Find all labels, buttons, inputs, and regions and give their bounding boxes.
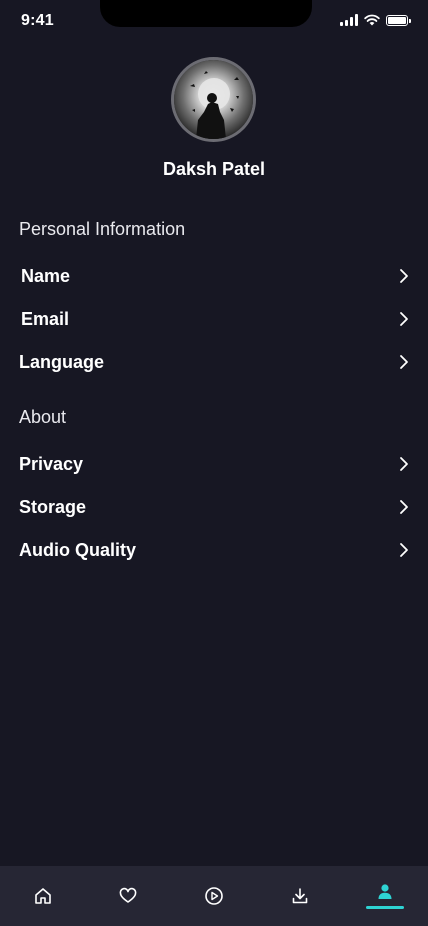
chevron-right-icon (400, 543, 408, 557)
download-icon (292, 888, 307, 904)
nav-home[interactable] (13, 866, 73, 926)
play-icon (205, 887, 223, 905)
nav-profile[interactable] (355, 866, 415, 926)
signal-icon (340, 14, 358, 26)
settings-row-label: Language (19, 351, 105, 372)
device-notch (100, 0, 312, 27)
status-time: 9:41 (21, 12, 54, 29)
heart-icon (120, 887, 137, 903)
section-title-about: About (19, 407, 67, 427)
settings-row-label: Audio Quality (19, 539, 136, 560)
settings-row-label: Name (21, 265, 71, 286)
chevron-right-icon (400, 312, 408, 326)
home-icon (34, 888, 51, 904)
battery-icon (386, 14, 411, 26)
bottom-nav (0, 866, 428, 926)
chevron-right-icon (400, 269, 408, 283)
avatar-image (174, 60, 253, 139)
settings-row-name[interactable]: Name (21, 261, 411, 291)
nav-play[interactable] (184, 866, 244, 926)
settings-row-email[interactable]: Email (21, 304, 411, 334)
status-bar: 9:41 (0, 0, 428, 44)
settings-row-label: Storage (19, 496, 87, 517)
chevron-right-icon (400, 457, 408, 471)
chevron-right-icon (400, 355, 408, 369)
section-title-personal-information: Personal Information (19, 219, 186, 239)
nav-downloads[interactable] (270, 866, 330, 926)
profile-icon (378, 884, 392, 899)
avatar[interactable] (171, 57, 256, 142)
settings-row-privacy[interactable]: Privacy (19, 449, 411, 479)
settings-row-label: Privacy (19, 453, 84, 474)
settings-row-language[interactable]: Language (19, 347, 411, 377)
settings-row-audio-quality[interactable]: Audio Quality (19, 535, 411, 565)
settings-row-label: Email (21, 308, 70, 329)
nav-favorites[interactable] (98, 866, 158, 926)
status-icons (340, 14, 411, 26)
wifi-icon (364, 14, 380, 26)
profile-name: Daksh Patel (162, 159, 266, 179)
settings-row-storage[interactable]: Storage (19, 492, 411, 522)
chevron-right-icon (400, 500, 408, 514)
